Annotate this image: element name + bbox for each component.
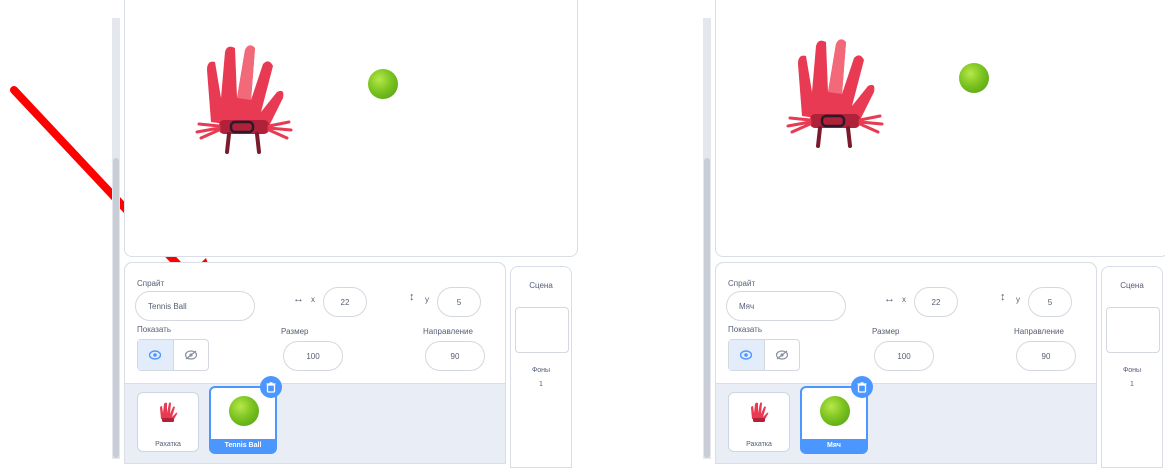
scene-pane[interactable]: Сцена Фоны 1 <box>1101 266 1163 468</box>
backdrops-count: 1 <box>539 381 543 388</box>
y-label: y <box>425 295 429 304</box>
y-field[interactable]: 5 <box>1028 287 1072 317</box>
sprite-name-field[interactable]: Tennis Ball <box>135 291 255 321</box>
y-label: y <box>1016 295 1020 304</box>
eye-icon[interactable] <box>138 340 174 370</box>
sprite-info-pane: Спрайт Tennis Ball ↔ x 22 ↕ y 5 Показать… <box>124 262 506 464</box>
sprite-thumb-label: Мяч <box>801 439 867 452</box>
visibility-toggle <box>728 339 800 371</box>
x-label: x <box>311 295 315 304</box>
sprite-thumb-label: Tennis Ball <box>210 439 276 452</box>
x-label: x <box>902 295 906 304</box>
x-field[interactable]: 22 <box>323 287 367 317</box>
glove-sprite[interactable] <box>780 34 890 154</box>
sprite-thumb-glove[interactable]: Рахатка <box>137 392 199 452</box>
eye-off-icon[interactable] <box>174 340 209 370</box>
show-label: Показать <box>728 325 763 334</box>
size-label: Размер <box>281 327 309 336</box>
backdrops-label: Фоны <box>531 367 551 374</box>
backdrop-thumb[interactable] <box>1106 307 1160 353</box>
direction-label: Направление <box>1014 327 1064 336</box>
sprite-thumb-label: Рахатка <box>746 441 772 448</box>
direction-field[interactable]: 90 <box>1016 341 1076 371</box>
eye-icon[interactable] <box>729 340 765 370</box>
x-arrow-icon: ↔ <box>293 293 304 305</box>
size-label: Размер <box>872 327 900 336</box>
tennis-ball-sprite[interactable] <box>368 69 398 99</box>
sprite-info-pane: Спрайт Мяч ↔ x 22 ↕ y 5 Показать Размер … <box>715 262 1097 464</box>
sprite-thumb-label: Рахатка <box>155 441 181 448</box>
y-field[interactable]: 5 <box>437 287 481 317</box>
direction-field[interactable]: 90 <box>425 341 485 371</box>
scene-pane[interactable]: Сцена Фоны 1 <box>510 266 572 468</box>
scrollbar[interactable] <box>703 18 711 459</box>
sprite-list: Рахатка Мяч <box>716 376 1096 464</box>
scene-label: Сцена <box>1120 281 1144 290</box>
show-label: Показать <box>137 325 172 334</box>
scene-label: Сцена <box>529 281 553 290</box>
backdrop-thumb[interactable] <box>515 307 569 353</box>
sprite-label: Спрайт <box>137 279 165 288</box>
trash-icon[interactable] <box>851 376 873 398</box>
x-field[interactable]: 22 <box>914 287 958 317</box>
tennis-ball-thumb-icon <box>229 396 259 426</box>
sprite-label: Спрайт <box>728 279 756 288</box>
backdrops-count: 1 <box>1130 381 1134 388</box>
eye-off-icon[interactable] <box>765 340 800 370</box>
y-arrow-icon: ↕ <box>1000 291 1006 303</box>
visibility-toggle <box>137 339 209 371</box>
scrollbar[interactable] <box>112 18 120 459</box>
sprite-thumb-glove[interactable]: Рахатка <box>728 392 790 452</box>
glove-thumb-icon <box>160 402 178 422</box>
size-field[interactable]: 100 <box>283 341 343 371</box>
y-arrow-icon: ↕ <box>409 291 415 303</box>
tennis-ball-thumb-icon <box>820 396 850 426</box>
editor-panel-right: Спрайт Мяч ↔ x 22 ↕ y 5 Показать Размер … <box>703 0 1165 468</box>
x-arrow-icon: ↔ <box>884 293 895 305</box>
editor-panel-left: Спрайт Tennis Ball ↔ x 22 ↕ y 5 Показать… <box>112 0 582 468</box>
stage[interactable] <box>124 0 578 257</box>
sprite-list: Рахатка Tennis Ball <box>125 376 505 464</box>
glove-sprite[interactable] <box>189 40 299 160</box>
glove-thumb-icon <box>751 402 769 422</box>
backdrops-label: Фоны <box>1122 367 1142 374</box>
size-field[interactable]: 100 <box>874 341 934 371</box>
direction-label: Направление <box>423 327 473 336</box>
stage[interactable] <box>715 0 1165 257</box>
tennis-ball-sprite[interactable] <box>959 63 989 93</box>
sprite-name-field[interactable]: Мяч <box>726 291 846 321</box>
trash-icon[interactable] <box>260 376 282 398</box>
